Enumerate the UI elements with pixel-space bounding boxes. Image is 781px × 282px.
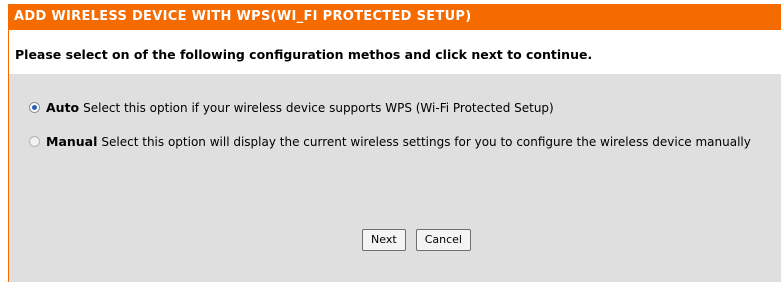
- auto-title: Auto: [46, 100, 80, 115]
- auto-description: Select this option if your wireless devi…: [83, 101, 554, 115]
- instruction-text: Please select on of the following config…: [15, 47, 593, 62]
- manual-description: Select this option will display the curr…: [101, 135, 751, 149]
- option-manual[interactable]: Manual Select this option will display th…: [15, 134, 771, 150]
- cancel-button[interactable]: Cancel: [415, 229, 471, 251]
- wps-setup-panel: ADD WIRELESS DEVICE WITH WPS(WI_FI PROTE…: [8, 4, 781, 282]
- button-row: Next Cancel: [9, 228, 781, 251]
- next-button[interactable]: Next: [362, 229, 406, 251]
- manual-radio[interactable]: [29, 136, 40, 147]
- panel-body: Please select on of the following config…: [9, 30, 781, 282]
- manual-title: Manual: [46, 134, 98, 149]
- panel-header: ADD WIRELESS DEVICE WITH WPS(WI_FI PROTE…: [8, 4, 781, 30]
- instruction-band: Please select on of the following config…: [9, 30, 781, 75]
- auto-radio[interactable]: [29, 102, 40, 113]
- option-auto[interactable]: Auto Select this option if your wireless …: [15, 100, 771, 116]
